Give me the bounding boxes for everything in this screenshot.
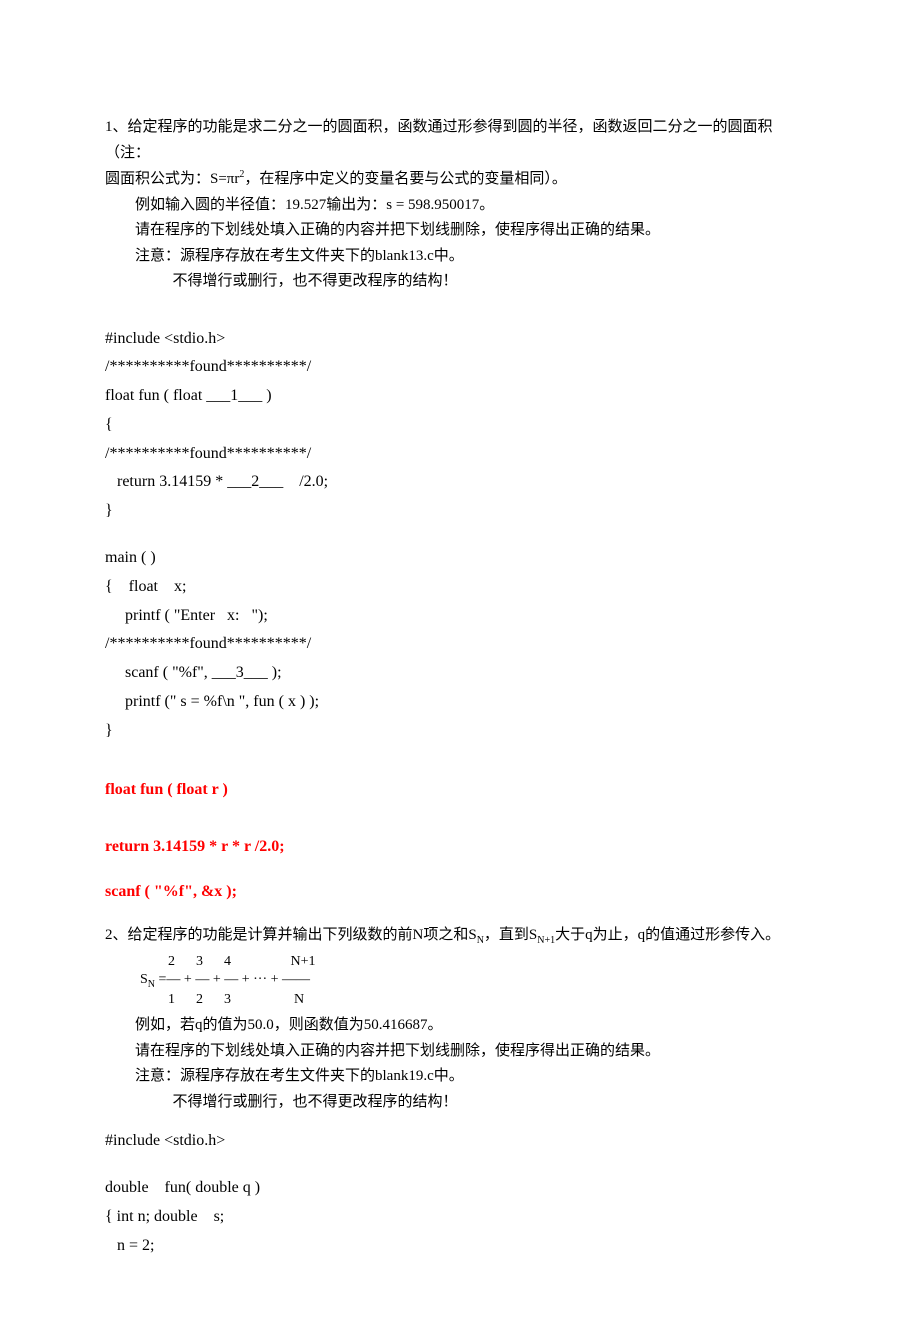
code-line: /**********found**********/: [105, 630, 815, 659]
q1-desc-line1: 1、给定程序的功能是求二分之一的圆面积，函数通过形参得到圆的半径，函数返回二分之…: [105, 115, 815, 166]
q2-desc-a: 2、给定程序的功能是计算并输出下列级数的前N项之和S: [105, 927, 477, 943]
q2-instr3: 不得增行或删行，也不得更改程序的结构！: [105, 1090, 815, 1116]
code-line: return 3.14159 * ___2___ /2.0;: [105, 468, 815, 497]
q1-answer-2: return 3.14159 * r * r /2.0;: [105, 833, 815, 860]
q2-desc-b: ，直到S: [484, 927, 537, 943]
q2-instr2: 注意：源程序存放在考生文件夹下的blank19.c中。: [105, 1064, 815, 1090]
code-line: }: [105, 497, 815, 526]
code-line: /**********found**********/: [105, 353, 815, 382]
q2-formula: 2 3 4 N+1 SN =— + — + — + ··· + —— 1 2 3…: [140, 953, 815, 1009]
code-line: scanf ( "%f", ___3___ );: [105, 659, 815, 688]
q2-code: #include <stdio.h> double fun( double q …: [105, 1127, 815, 1260]
code-line: printf ( "Enter x: ");: [105, 602, 815, 631]
q2-example: 例如，若q的值为50.0，则函数值为50.416687。: [105, 1013, 815, 1039]
document-page: 1、给定程序的功能是求二分之一的圆面积，函数通过形参得到圆的半径，函数返回二分之…: [0, 0, 920, 1321]
code-line: #include <stdio.h>: [105, 325, 815, 354]
q1-instr2: 注意：源程序存放在考生文件夹下的blank13.c中。: [105, 244, 815, 270]
formula-row-top: 2 3 4 N+1: [140, 953, 815, 971]
code-line: {: [105, 411, 815, 440]
code-line: main ( ): [105, 544, 815, 573]
q1-answer-1: float fun ( float r ): [105, 776, 815, 803]
q2-instr1: 请在程序的下划线处填入正确的内容并把下划线删除，使程序得出正确的结果。: [105, 1039, 815, 1065]
q2-desc: 2、给定程序的功能是计算并输出下列级数的前N项之和SN，直到SN+1大于q为止，…: [105, 923, 815, 949]
code-line: /**********found**********/: [105, 440, 815, 469]
code-line: }: [105, 717, 815, 746]
q1-instr3: 不得增行或删行，也不得更改程序的结构！: [105, 269, 815, 295]
code-line: double fun( double q ): [105, 1174, 815, 1203]
q1-desc-line2-b: ，在程序中定义的变量名要与公式的变量相同）。: [244, 171, 567, 187]
q2-desc-sub2: N+1: [537, 935, 555, 946]
q1-code: #include <stdio.h> /**********found*****…: [105, 325, 815, 746]
code-line: #include <stdio.h>: [105, 1127, 815, 1156]
q1-instr1: 请在程序的下划线处填入正确的内容并把下划线删除，使程序得出正确的结果。: [105, 218, 815, 244]
q2-desc-c: 大于q为止，q的值通过形参传入。: [555, 927, 780, 943]
code-line: float fun ( float ___1___ ): [105, 382, 815, 411]
q1-desc-line2-a: 圆面积公式为：S=πr: [105, 171, 239, 187]
q2-desc-sub1: N: [477, 935, 484, 946]
code-line: { float x;: [105, 573, 815, 602]
formula-row-bot: 1 2 3 N: [140, 991, 815, 1009]
code-line: printf (" s = %f\n ", fun ( x ) );: [105, 688, 815, 717]
q1-example: 例如输入圆的半径值：19.527输出为：s = 598.950017。: [105, 193, 815, 219]
code-line: { int n; double s;: [105, 1203, 815, 1232]
q1-answer-3: scanf ( "%f", &x );: [105, 878, 815, 905]
code-line: n = 2;: [105, 1232, 815, 1261]
formula-row-mid: SN =— + — + — + ··· + ——: [140, 971, 815, 991]
q1-desc-line2: 圆面积公式为：S=πr2，在程序中定义的变量名要与公式的变量相同）。: [105, 166, 815, 193]
